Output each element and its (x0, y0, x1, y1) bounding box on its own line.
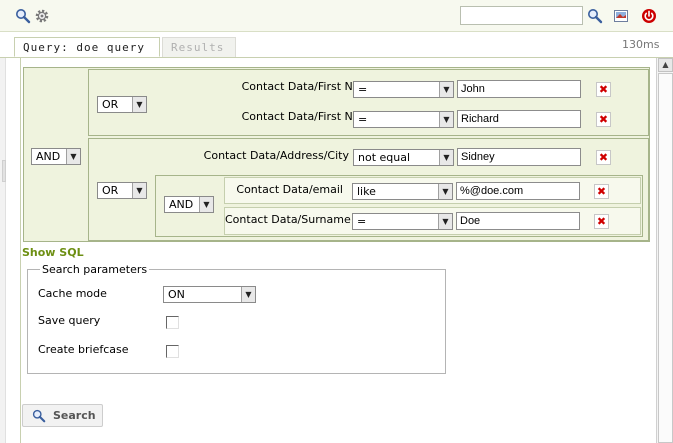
subgroup-row: Contact Data/Surname = ▼ ✖ (224, 207, 641, 235)
chevron-down-icon: ▼ (439, 112, 453, 127)
search-icon (32, 409, 46, 423)
left-rail (0, 58, 6, 443)
chevron-down-icon: ▼ (438, 184, 452, 199)
condition-field-label: Contact Data/First Name (241, 110, 377, 123)
group2-operator-value: OR (102, 184, 119, 197)
top-toolbar (0, 0, 673, 32)
delete-condition-icon[interactable]: ✖ (596, 112, 611, 127)
condition-operator-value: not equal (358, 151, 411, 164)
chevron-down-icon: ▼ (438, 214, 452, 229)
search-parameters-legend: Search parameters (40, 263, 150, 276)
search-icon[interactable] (15, 8, 31, 24)
scroll-up-arrow-icon[interactable]: ▲ (658, 58, 673, 72)
search-button[interactable]: Search (22, 404, 103, 427)
tab-divider (0, 57, 673, 58)
condition-value-input[interactable] (456, 212, 580, 230)
vertical-scrollbar[interactable]: ▲ (656, 58, 673, 443)
delete-condition-icon[interactable]: ✖ (596, 150, 611, 165)
root-operator-select[interactable]: AND ▼ (31, 148, 81, 165)
chevron-down-icon: ▼ (199, 197, 213, 212)
chevron-down-icon: ▼ (132, 183, 146, 198)
create-briefcase-checkbox[interactable] (166, 345, 179, 358)
gear-icon[interactable] (34, 8, 50, 24)
condition-value-input[interactable] (456, 182, 580, 200)
condition-operator-select[interactable]: = ▼ (352, 213, 453, 230)
condition-operator-value: = (358, 83, 368, 96)
cache-mode-select[interactable]: ON ▼ (163, 286, 256, 303)
condition-value-input[interactable] (457, 80, 581, 98)
root-operator-value: AND (36, 150, 61, 163)
scroll-thumb[interactable] (658, 73, 673, 443)
tab-results[interactable]: Results (162, 37, 236, 57)
subgroup-operator-select[interactable]: AND ▼ (164, 196, 214, 213)
condition-operator-value: = (358, 113, 368, 126)
subgroup-row: Contact Data/email like ▼ ✖ (224, 177, 641, 204)
toolbar-search-input[interactable] (460, 6, 583, 25)
image-icon[interactable] (613, 8, 629, 24)
condition-operator-select[interactable]: not equal ▼ (353, 149, 454, 166)
condition-field-label: Contact Data/First Name (241, 80, 377, 93)
group1-operator-value: OR (102, 98, 119, 111)
condition-operator-select[interactable]: like ▼ (352, 183, 453, 200)
zoom-icon[interactable] (587, 8, 603, 24)
chevron-down-icon: ▼ (439, 82, 453, 97)
chevron-down-icon: ▼ (132, 97, 146, 112)
group2-operator-select[interactable]: OR ▼ (97, 182, 147, 199)
query-builder: AND ▼ OR ▼ Contact Data/First Name = ▼ ✖… (23, 67, 650, 242)
query-timing: 130ms (622, 38, 660, 51)
chevron-down-icon: ▼ (241, 287, 255, 302)
condition-operator-select[interactable]: = ▼ (353, 81, 454, 98)
condition-value-input[interactable] (457, 110, 581, 128)
delete-condition-icon[interactable]: ✖ (594, 184, 609, 199)
chevron-down-icon: ▼ (66, 149, 80, 164)
left-rail-handle[interactable] (2, 160, 6, 182)
search-button-label: Search (53, 409, 96, 422)
show-sql-link[interactable]: Show SQL (22, 246, 84, 259)
condition-field-label: Contact Data/Surname (225, 213, 351, 226)
query-group-2: Contact Data/Address/City not equal ▼ ✖ … (88, 138, 649, 241)
condition-operator-value: = (357, 215, 367, 228)
subgroup-operator-value: AND (169, 198, 194, 211)
tab-query[interactable]: Query: doe query (14, 37, 160, 57)
condition-field-label: Contact Data/email (236, 183, 343, 196)
condition-field-label: Contact Data/Address/City (203, 149, 349, 162)
tab-bar: Query: doe query Results (0, 32, 673, 57)
cache-mode-label: Cache mode (38, 287, 107, 300)
condition-operator-value: like (357, 185, 376, 198)
group1-operator-select[interactable]: OR ▼ (97, 96, 147, 113)
condition-operator-select[interactable]: = ▼ (353, 111, 454, 128)
power-icon[interactable] (641, 8, 657, 24)
save-query-label: Save query (38, 314, 101, 327)
delete-condition-icon[interactable]: ✖ (596, 82, 611, 97)
content-border (20, 58, 21, 443)
create-briefcase-label: Create briefcase (38, 343, 129, 356)
save-query-checkbox[interactable] (166, 316, 179, 329)
delete-condition-icon[interactable]: ✖ (594, 214, 609, 229)
condition-value-input[interactable] (457, 148, 581, 166)
chevron-down-icon: ▼ (439, 150, 453, 165)
cache-mode-value: ON (168, 288, 185, 301)
query-group-1: OR ▼ Contact Data/First Name = ▼ ✖ Conta… (88, 69, 649, 136)
query-subgroup: AND ▼ Contact Data/email like ▼ ✖ Contac… (155, 175, 643, 237)
